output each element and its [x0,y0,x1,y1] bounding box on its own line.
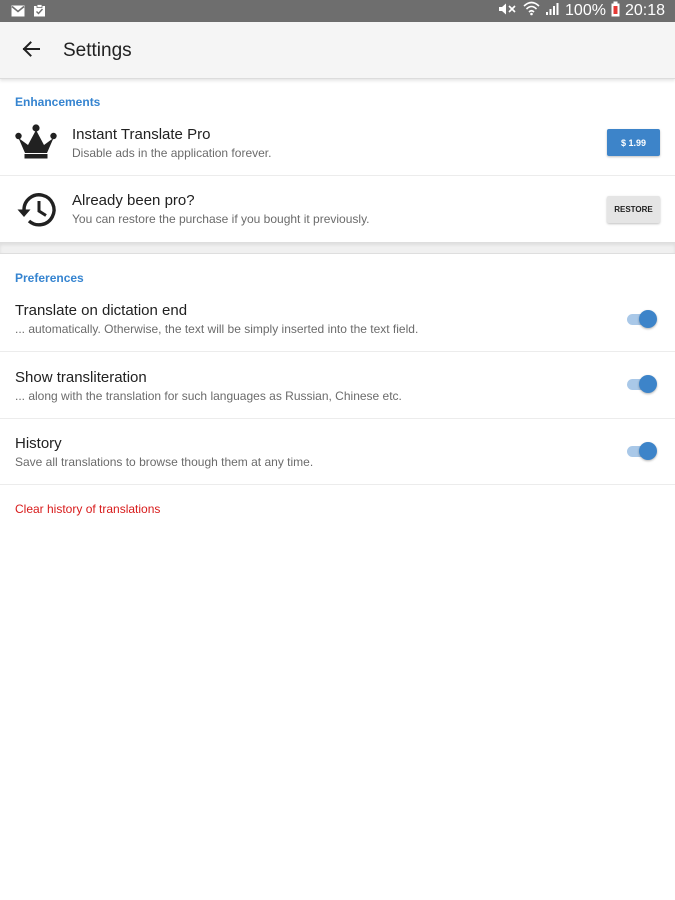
signal-icon [545,2,560,21]
toggle-translate-on-dictation[interactable] [627,309,657,329]
back-button[interactable] [14,35,48,67]
section-separator [0,242,675,254]
preference-subtitle: ... along with the translation for such … [15,389,402,403]
clock: 20:18 [624,2,665,19]
gmail-icon [11,4,25,22]
section-header-enhancements: Enhancements [15,95,101,109]
restore-button[interactable]: RESTORE [607,196,660,223]
divider [0,484,675,485]
mute-icon [498,2,518,21]
toggle-thumb [639,310,657,328]
buy-pro-button[interactable]: $ 1.99 [607,129,660,156]
wifi-icon [523,1,540,21]
divider [0,418,675,419]
clipboard-icon [33,4,46,22]
history-restore-icon [15,190,59,235]
toggle-thumb [639,375,657,393]
crown-icon [15,124,57,165]
status-bar: 100% 20:18 [0,0,675,22]
preference-title: History [15,435,62,452]
preference-subtitle: ... automatically. Otherwise, the text w… [15,322,419,336]
battery-percent: 100% [565,2,606,19]
notification-icons [11,4,46,22]
divider [0,351,675,352]
arrow-back-icon [22,40,40,62]
section-header-preferences: Preferences [15,271,84,285]
battery-icon [611,1,620,22]
clear-history-button[interactable]: Clear history of translations [15,502,160,516]
system-icons: 100% 20:18 [498,1,665,21]
preference-title: Translate on dictation end [15,302,188,319]
divider [0,175,675,176]
toggle-thumb [639,442,657,460]
enhancement-subtitle: Disable ads in the application forever. [72,146,272,160]
enhancement-title: Instant Translate Pro [72,126,211,143]
enhancement-title: Already been pro? [72,192,195,209]
toggle-show-transliteration[interactable] [627,374,657,394]
preference-title: Show transliteration [15,369,147,386]
page-title: Settings [63,40,132,61]
preference-subtitle: Save all translations to browse though t… [15,455,314,469]
app-bar: Settings [0,22,675,79]
enhancement-subtitle: You can restore the purchase if you boug… [72,212,370,226]
toggle-history[interactable] [627,441,657,461]
